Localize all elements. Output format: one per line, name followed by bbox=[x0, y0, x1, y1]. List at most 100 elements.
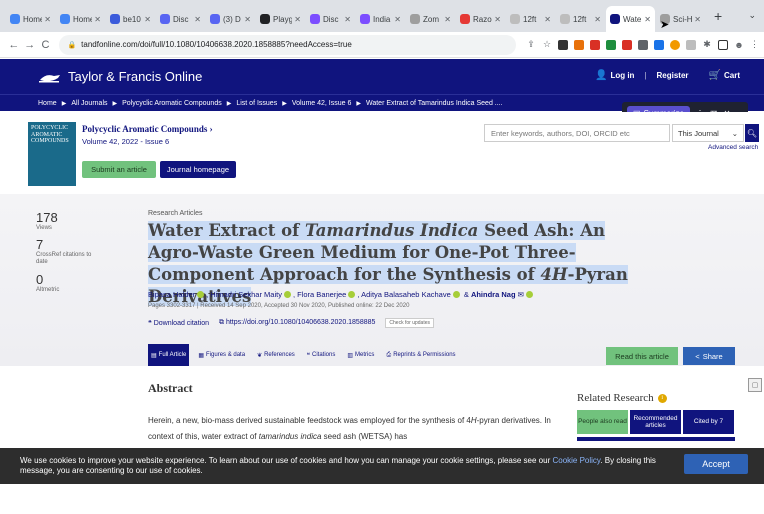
orcid-icon[interactable] bbox=[283, 291, 291, 298]
journal-volume[interactable]: Volume 42, 2022 - Issue 6 bbox=[82, 137, 169, 146]
tab-close-icon[interactable]: ✕ bbox=[294, 15, 301, 24]
browser-tab[interactable]: India ✕ bbox=[356, 6, 405, 32]
extension-icon[interactable] bbox=[574, 39, 585, 50]
tab-title: be10 bbox=[123, 14, 141, 24]
journal-cover[interactable]: POLYCYCLIC AROMATIC COMPOUNDS bbox=[28, 122, 76, 186]
forward-icon[interactable]: → bbox=[22, 39, 38, 51]
article-tab[interactable]: ❦ References bbox=[254, 344, 298, 366]
new-tab-button[interactable]: + bbox=[714, 8, 722, 24]
metric-value[interactable]: 178 bbox=[36, 210, 92, 225]
tab-close-icon[interactable]: ✕ bbox=[194, 15, 201, 24]
related-research-label: Related Research bbox=[577, 392, 654, 404]
tab-close-icon[interactable]: ✕ bbox=[494, 15, 501, 24]
share-button[interactable]: < Share bbox=[683, 347, 735, 365]
related-research-tab[interactable]: Recommended articles bbox=[630, 410, 681, 434]
extension-icon[interactable] bbox=[654, 39, 665, 50]
journal-title[interactable]: Polycyclic Aromatic Compounds › bbox=[82, 124, 213, 134]
register-link[interactable]: Register bbox=[657, 71, 689, 80]
related-research-tab[interactable]: Cited by 7 bbox=[683, 410, 734, 434]
article-tab[interactable]: ❝ Citations bbox=[304, 344, 339, 366]
breadcrumb-item[interactable]: Volume 42, Issue 6 bbox=[292, 100, 352, 107]
breadcrumb-item[interactable]: Home bbox=[38, 100, 57, 107]
doi-link[interactable]: ⧉ https://doi.org/10.1080/10406638.2020.… bbox=[219, 319, 375, 327]
submit-article-button[interactable]: Submit an article bbox=[82, 161, 156, 178]
related-research-tab[interactable]: People also read bbox=[577, 410, 628, 434]
journal-homepage-button[interactable]: Journal homepage bbox=[160, 161, 236, 178]
login-link[interactable]: 👤 Log in bbox=[595, 70, 634, 81]
extension-icon[interactable] bbox=[670, 39, 681, 50]
orcid-icon[interactable] bbox=[452, 291, 460, 298]
tab-close-icon[interactable]: ✕ bbox=[444, 15, 451, 24]
article-tab[interactable]: ▤ Full Article bbox=[148, 344, 190, 366]
browser-tab[interactable]: Home ✕ bbox=[56, 6, 105, 32]
profile-icon[interactable]: ☻ bbox=[734, 40, 744, 50]
browser-tab[interactable]: Home ✕ bbox=[6, 6, 55, 32]
breadcrumb-item[interactable]: Polycyclic Aromatic Compounds bbox=[122, 100, 222, 107]
cookie-policy-link[interactable]: Cookie Policy bbox=[552, 456, 600, 465]
tab-close-icon[interactable]: ✕ bbox=[394, 15, 401, 24]
cart-link[interactable]: 🛒 Cart bbox=[709, 70, 740, 81]
extension-icon[interactable] bbox=[558, 39, 569, 50]
extension-icon[interactable] bbox=[606, 39, 617, 50]
browser-tab[interactable]: 12ft ✕ bbox=[506, 6, 555, 32]
search-button[interactable]: 🔍︎ bbox=[745, 124, 759, 142]
read-article-button[interactable]: Read this article bbox=[606, 347, 678, 365]
browser-tab[interactable]: Razo ✕ bbox=[456, 6, 505, 32]
breadcrumb-item[interactable]: List of Issues bbox=[236, 100, 277, 107]
feedback-icon[interactable]: ▢ bbox=[748, 378, 762, 392]
tab-close-icon[interactable]: ✕ bbox=[44, 15, 51, 24]
bookmark-star-icon[interactable]: ☆ bbox=[542, 39, 552, 50]
orcid-icon[interactable] bbox=[525, 291, 533, 298]
browser-tab[interactable]: Wate ✕ bbox=[606, 6, 655, 32]
tab-close-icon[interactable]: ✕ bbox=[544, 15, 551, 24]
accept-cookies-button[interactable]: Accept bbox=[684, 454, 748, 474]
back-icon[interactable]: ← bbox=[6, 39, 22, 51]
search-scope-select[interactable]: This Journal ⌄ bbox=[672, 124, 744, 142]
browser-tab[interactable]: be10 ✕ bbox=[106, 6, 155, 32]
author-name[interactable]: Flora Banerjee bbox=[297, 290, 346, 299]
tab-close-icon[interactable]: ✕ bbox=[594, 15, 601, 24]
article-tab[interactable]: ▦ Figures & data bbox=[195, 344, 248, 366]
extension-icon[interactable] bbox=[622, 39, 633, 50]
article-tab[interactable]: ▥ Metrics bbox=[344, 344, 377, 366]
author-name[interactable]: Bipasa Halder bbox=[148, 290, 195, 299]
puzzle-icon[interactable]: ✱ bbox=[702, 39, 712, 50]
email-icon[interactable]: ✉ bbox=[516, 290, 524, 299]
metric-value[interactable]: 0 bbox=[36, 272, 92, 287]
breadcrumb-item[interactable]: All Journals bbox=[71, 100, 107, 107]
tab-search-icon[interactable]: ⌄ bbox=[748, 10, 756, 21]
share-icon[interactable]: ⇪ bbox=[526, 39, 536, 50]
extension-icon[interactable] bbox=[686, 39, 697, 50]
browser-tab[interactable]: 12ft ✕ bbox=[556, 6, 605, 32]
author-name[interactable]: Aditya Balasaheb Kachave bbox=[361, 290, 451, 299]
tab-close-icon[interactable]: ✕ bbox=[644, 15, 651, 24]
orcid-icon[interactable] bbox=[197, 291, 205, 298]
search-input[interactable]: Enter keywords, authors, DOI, ORCID etc bbox=[484, 124, 670, 142]
info-icon[interactable]: i bbox=[657, 393, 667, 403]
sidebar-icon[interactable] bbox=[718, 39, 729, 50]
browser-tab[interactable]: Disc ✕ bbox=[156, 6, 205, 32]
tab-close-icon[interactable]: ✕ bbox=[144, 15, 151, 24]
extension-icon[interactable] bbox=[638, 39, 649, 50]
site-logo[interactable]: Taylor & Francis Online bbox=[38, 69, 202, 84]
download-citation-link[interactable]: ❝ Download citation bbox=[148, 319, 209, 327]
browser-tab[interactable]: Zom ✕ bbox=[406, 6, 455, 32]
menu-dots-icon[interactable]: ⋮ bbox=[750, 39, 759, 50]
article-tab[interactable]: ⎙ Reprints & Permissions bbox=[383, 344, 458, 366]
orcid-icon[interactable] bbox=[348, 291, 356, 298]
tab-close-icon[interactable]: ✕ bbox=[244, 15, 251, 24]
tab-close-icon[interactable]: ✕ bbox=[694, 15, 701, 24]
author-name[interactable]: Ahindra Nag bbox=[471, 290, 516, 299]
advanced-search-link[interactable]: Advanced search bbox=[708, 144, 758, 151]
browser-tab[interactable]: Playg ✕ bbox=[256, 6, 305, 32]
author-name[interactable]: Himadri Sekhar Maity bbox=[210, 290, 282, 299]
check-for-updates-badge[interactable]: Check for updates bbox=[385, 318, 434, 328]
tab-close-icon[interactable]: ✕ bbox=[344, 15, 351, 24]
address-bar[interactable]: 🔒 tandfonline.com/doi/full/10.1080/10406… bbox=[59, 34, 517, 55]
metric-value[interactable]: 7 bbox=[36, 237, 92, 252]
extension-icon[interactable] bbox=[590, 39, 601, 50]
browser-tab[interactable]: (3) D ✕ bbox=[206, 6, 255, 32]
browser-tab[interactable]: Disc ✕ bbox=[306, 6, 355, 32]
reload-icon[interactable]: C bbox=[38, 39, 54, 51]
tab-close-icon[interactable]: ✕ bbox=[94, 15, 101, 24]
